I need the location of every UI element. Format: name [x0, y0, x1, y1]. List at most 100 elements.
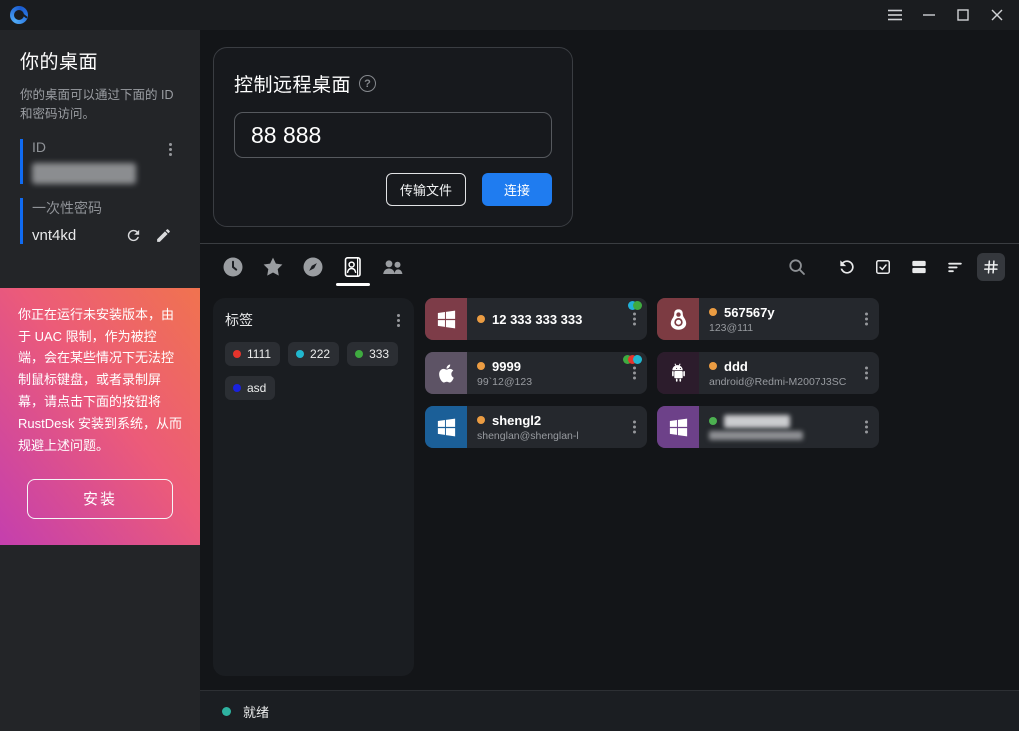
peer-grid: 12 333 333 333 567567y 123@111: [425, 298, 879, 676]
peer-status-dot: [477, 362, 485, 370]
peer-status-dot: [477, 315, 485, 323]
peer-info: [699, 406, 855, 448]
titlebar: [0, 0, 1019, 30]
peer-status-dot: [709, 362, 717, 370]
peer-platform: [657, 352, 699, 394]
id-menu-icon[interactable]: [167, 141, 174, 158]
panel-title: 控制远程桌面: [234, 70, 351, 97]
peer-platform: [425, 352, 467, 394]
peer-info: shengl2 shenglan@shenglan-l: [467, 406, 623, 448]
tag-color-dot: [296, 350, 304, 358]
peer-menu-icon[interactable]: [863, 419, 870, 436]
help-icon[interactable]: ?: [359, 75, 376, 92]
install-button[interactable]: 安装: [27, 479, 173, 519]
select-peers-icon[interactable]: [869, 253, 897, 281]
status-dot: [222, 707, 231, 716]
windows-icon: [667, 416, 690, 439]
peer-name: 567567y: [724, 305, 775, 320]
peer-card[interactable]: [657, 406, 879, 448]
peer-name: shengl2: [492, 413, 541, 428]
peer-platform: [425, 406, 467, 448]
peer-card[interactable]: shengl2 shenglan@shenglan-l: [425, 406, 647, 448]
peer-info: ddd android@Redmi-M2007J3SC: [699, 352, 855, 394]
peer-card[interactable]: 9999 99`12@123: [425, 352, 647, 394]
sidebar: 你的桌面 你的桌面可以通过下面的 ID 和密码访问。 ID 一次性密码 vnt4…: [0, 30, 200, 731]
tag-list: 1111 222 333 asd: [225, 342, 402, 400]
refresh-password-icon[interactable]: [125, 227, 142, 244]
address-book-icon: [341, 255, 365, 279]
rustdesk-window: 你的桌面 你的桌面可以通过下面的 ID 和密码访问。 ID 一次性密码 vnt4…: [0, 0, 1019, 731]
id-value-redacted: [32, 163, 136, 184]
star-icon: [261, 255, 285, 279]
status-label: 就绪: [243, 702, 269, 721]
peer-subtitle: android@Redmi-M2007J3SC: [709, 376, 853, 388]
peer-card[interactable]: 12 333 333 333: [425, 298, 647, 340]
tag-label: 222: [310, 347, 330, 361]
edit-password-icon[interactable]: [155, 227, 172, 244]
peer-menu-icon[interactable]: [631, 365, 638, 382]
peer-name: 12 333 333 333: [492, 312, 582, 327]
view-cards-icon[interactable]: [905, 253, 933, 281]
peer-status-dot: [709, 308, 717, 316]
tag-color-dot: [233, 384, 241, 392]
peer-menu-icon[interactable]: [863, 365, 870, 382]
minimize-button[interactable]: [915, 2, 943, 28]
connect-button[interactable]: 连接: [482, 173, 552, 206]
warning-text: 你正在运行未安装版本，由于 UAC 限制，作为被控端，会在某些情况下无法控制鼠标…: [18, 304, 182, 457]
peer-menu-icon[interactable]: [631, 419, 638, 436]
view-grid-icon[interactable]: [977, 253, 1005, 281]
tag-pill[interactable]: 1111: [225, 342, 280, 366]
peer-info: 9999 99`12@123: [467, 352, 623, 394]
peer-card[interactable]: 567567y 123@111: [657, 298, 879, 340]
refresh-peers-icon[interactable]: [833, 253, 861, 281]
tab-group[interactable]: [381, 249, 405, 279]
tags-menu-icon[interactable]: [395, 312, 402, 329]
peer-info: 12 333 333 333: [467, 298, 623, 340]
peer-info: 567567y 123@111: [699, 298, 855, 340]
remote-id-input[interactable]: [234, 112, 552, 158]
peer-menu-icon[interactable]: [631, 311, 638, 328]
selected-tab-underline: [336, 283, 370, 286]
peer-subtitle: 123@111: [709, 322, 853, 334]
tag-pill[interactable]: 333: [347, 342, 398, 366]
install-warning-banner: 你正在运行未安装版本，由于 UAC 限制，作为被控端，会在某些情况下无法控制鼠标…: [0, 288, 200, 545]
peer-subtitle: [709, 431, 803, 440]
sidebar-description: 你的桌面可以通过下面的 ID 和密码访问。: [0, 74, 200, 125]
sort-by-icon[interactable]: [941, 253, 969, 281]
tag-color-dot: [355, 350, 363, 358]
android-icon: [667, 362, 690, 385]
tag-pill[interactable]: 222: [288, 342, 339, 366]
tab-favorites[interactable]: [261, 249, 285, 279]
peer-platform: [657, 406, 699, 448]
transfer-file-button[interactable]: 传输文件: [386, 173, 466, 206]
tab-address-book[interactable]: [341, 249, 365, 286]
menu-icon[interactable]: [881, 2, 909, 28]
peer-name: [724, 415, 790, 428]
group-icon: [380, 255, 406, 279]
main-area: 控制远程桌面 ? 传输文件 连接: [200, 30, 1019, 731]
tab-discovered[interactable]: [301, 249, 325, 279]
peer-menu-icon[interactable]: [863, 311, 870, 328]
peer-card[interactable]: ddd android@Redmi-M2007J3SC: [657, 352, 879, 394]
search-icon[interactable]: [783, 253, 811, 281]
peer-status-dot: [477, 416, 485, 424]
id-label: ID: [32, 139, 200, 155]
clock-icon: [221, 255, 245, 279]
tag-color-dot: [233, 350, 241, 358]
windows-icon: [435, 416, 458, 439]
tag-pill[interactable]: asd: [225, 376, 275, 400]
status-bar: 就绪: [200, 690, 1019, 731]
sidebar-title: 你的桌面: [0, 30, 200, 74]
peer-platform: [657, 298, 699, 340]
password-section: 一次性密码 vnt4kd: [20, 198, 200, 244]
tags-title: 标签: [225, 310, 253, 330]
peer-tag-dots: [632, 301, 642, 310]
maximize-button[interactable]: [949, 2, 977, 28]
peer-subtitle: 99`12@123: [477, 376, 621, 388]
tags-panel: 标签 1111 222 333 asd: [213, 298, 414, 676]
close-button[interactable]: [983, 2, 1011, 28]
peer-platform: [425, 298, 467, 340]
peer-content: 标签 1111 222 333 asd 12 333 333 3: [200, 290, 1019, 690]
tab-recent-sessions[interactable]: [221, 249, 245, 279]
id-section: ID: [20, 139, 200, 184]
